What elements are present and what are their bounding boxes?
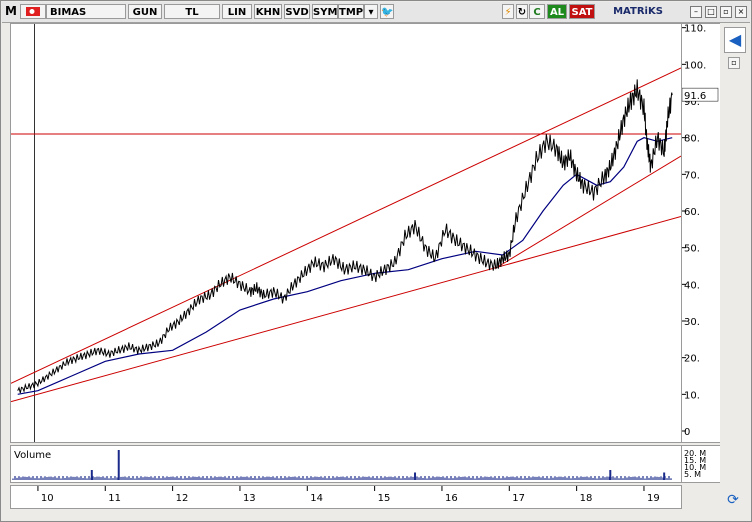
y-tick-label-5: 50. <box>684 244 700 255</box>
y-tick-label-6: 60. <box>684 207 700 218</box>
y-tick-label-3: 30. <box>684 317 700 328</box>
x-tick-label-2: 12 <box>176 493 189 504</box>
x-tick-label-4: 14 <box>310 493 323 504</box>
price-line <box>17 79 673 394</box>
maximize-icon[interactable]: □ <box>705 6 717 18</box>
x-tick-label-1: 11 <box>108 493 121 504</box>
volume-chart[interactable]: Volume <box>10 445 682 483</box>
period-button[interactable]: GUN <box>128 4 162 19</box>
x-tick-label-3: 13 <box>243 493 256 504</box>
dropdown-arrow-icon[interactable]: ▾ <box>364 4 378 19</box>
khn-button[interactable]: KHN <box>254 4 282 19</box>
price-chart[interactable] <box>10 23 682 443</box>
sync-icon[interactable]: ⟳ <box>722 491 744 509</box>
trendline-3 <box>498 155 682 267</box>
sell-button[interactable]: SAT <box>569 4 595 19</box>
price-y-axis-svg: 010.20.30.40.50.60.70.80.90.100.110.91.6 <box>681 24 719 438</box>
x-tick-label-0: 10 <box>41 493 54 504</box>
time-x-axis-svg: 10 11 12 13 14 15 16 17 18 19 <box>37 486 660 504</box>
twitter-icon[interactable]: 🐦 <box>380 4 394 19</box>
last-price-label: 91.6 <box>684 91 706 102</box>
volume-y-axis-svg: 20. M15. M10. M5. M <box>684 449 706 479</box>
svd-button[interactable]: SVD <box>284 4 310 19</box>
volume-chart-svg: Volume <box>12 450 672 480</box>
trendline-1 <box>10 216 682 403</box>
currency-button[interactable]: TL <box>164 4 220 19</box>
app-logo-icon: M <box>5 4 17 18</box>
volume-y-axis: 20. M 15. M 10. M 5. M <box>682 445 720 483</box>
time-x-axis[interactable]: 10 11 12 13 14 15 16 17 18 19 <box>10 485 682 509</box>
trendline-0 <box>10 67 682 384</box>
lightning-icon[interactable]: ⚡ <box>502 4 514 19</box>
brand-logo: MATRiKS <box>602 4 674 19</box>
y-tick-label-8: 80. <box>684 134 700 145</box>
lin-button[interactable]: LIN <box>222 4 252 19</box>
y-tick-label-11: 110. <box>684 24 706 35</box>
y-tick-label-2: 20. <box>684 354 700 365</box>
x-tick-label-6: 16 <box>445 493 458 504</box>
app-window: M BIMAS GUN TL LIN KHN SVD SYM TMP ▾ 🐦 ⚡… <box>0 0 752 522</box>
c-button[interactable]: C <box>529 4 545 19</box>
sym-button[interactable]: SYM <box>312 4 338 19</box>
panel-toggle-icon[interactable]: ▫ <box>728 57 740 69</box>
volume-title: Volume <box>14 450 51 461</box>
y-tick-label-1: 10. <box>684 390 700 401</box>
flag-icon <box>26 7 40 16</box>
y-tick-label-0: 0 <box>684 427 690 438</box>
toolbar: M BIMAS GUN TL LIN KHN SVD SYM TMP ▾ 🐦 ⚡… <box>2 2 750 23</box>
refresh-icon[interactable]: ↻ <box>516 4 528 19</box>
close-icon[interactable]: × <box>735 6 747 18</box>
symbol-button[interactable] <box>20 4 46 19</box>
x-tick-label-7: 17 <box>512 493 525 504</box>
x-tick-label-8: 18 <box>580 493 593 504</box>
y-tick-label-7: 70. <box>684 170 700 181</box>
x-tick-label-9: 19 <box>647 493 660 504</box>
right-panel: ◀ ▫ ⟳ <box>722 23 750 509</box>
x-tick-label-5: 15 <box>378 493 391 504</box>
buy-button[interactable]: AL <box>547 4 567 19</box>
tmp-button[interactable]: TMP <box>338 4 364 19</box>
symbol-input[interactable]: BIMAS <box>46 4 126 19</box>
minimize-icon[interactable]: – <box>690 6 702 18</box>
y-tick-label-10: 100. <box>684 60 706 71</box>
price-chart-svg <box>10 24 682 442</box>
volume-tick-label-3: 5. M <box>684 470 701 479</box>
price-y-axis[interactable]: 0 10. 20. 30. 40. 50. 60. 70. 80. 90. 100. 110. 91.6 <box>681 23 720 443</box>
restore-icon[interactable]: ▫ <box>720 6 732 18</box>
back-arrow-icon[interactable]: ◀ <box>724 27 746 53</box>
y-tick-label-4: 40. <box>684 280 700 291</box>
